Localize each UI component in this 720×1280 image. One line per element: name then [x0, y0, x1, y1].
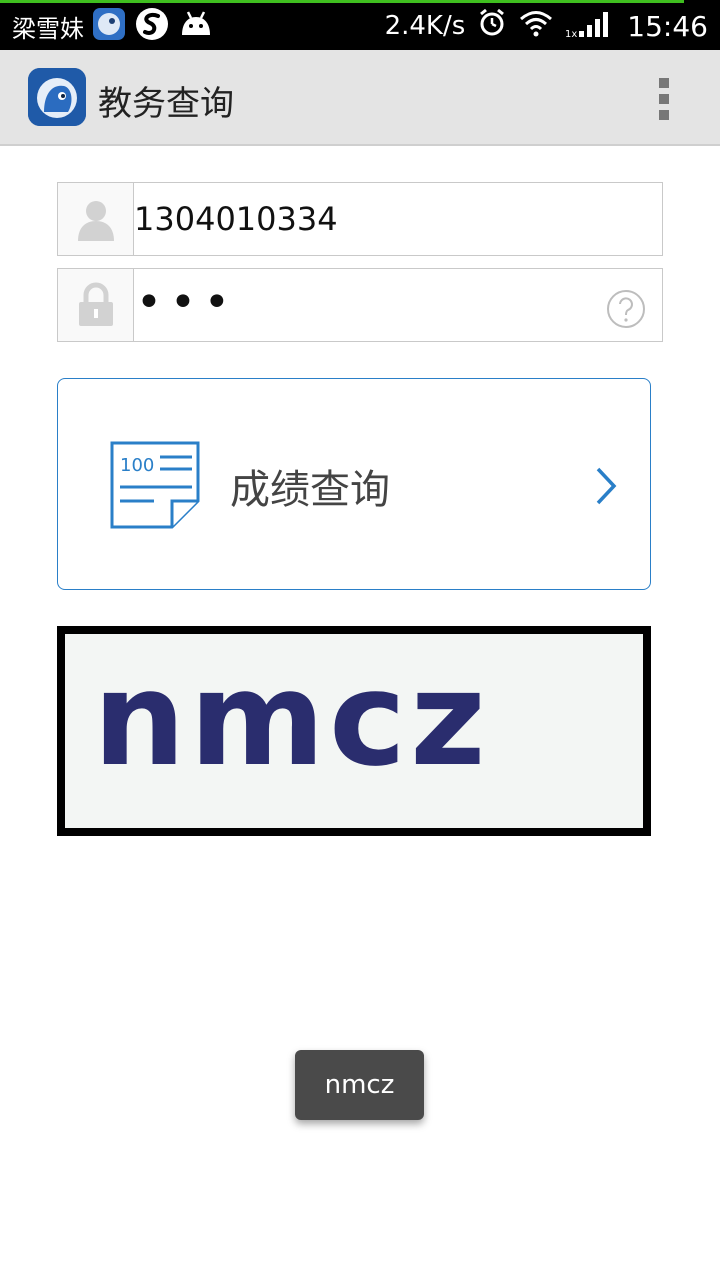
status-progress-line: [0, 0, 684, 3]
score-query-label: 成绩查询: [230, 467, 390, 513]
status-right: 2.4K/s 1x 15:46: [385, 8, 708, 44]
score-query-button[interactable]: 100 成绩查询: [57, 378, 651, 590]
clock: 15:46: [627, 9, 708, 43]
overflow-menu-icon[interactable]: [656, 78, 672, 120]
username-field: [57, 182, 663, 256]
password-field: [57, 268, 663, 342]
alarm-icon: [477, 8, 507, 45]
status-user-name: 梁雪妹: [12, 14, 84, 43]
status-bar: 梁雪妹 2.4K/s 1x 15:46: [0, 0, 720, 50]
android-icon: [178, 9, 214, 43]
signal-icon: 1x: [565, 7, 615, 46]
chevron-right-icon: [596, 467, 617, 505]
sim-label: 1x: [565, 29, 577, 39]
status-left: 梁雪妹: [12, 8, 214, 44]
help-icon[interactable]: [606, 289, 646, 329]
app-bar: 教务查询: [0, 50, 720, 146]
captcha-background: nmcz: [65, 634, 643, 828]
user-icon: [58, 183, 134, 255]
wifi-icon: [519, 9, 553, 44]
net-speed: 2.4K/s: [384, 11, 466, 41]
lock-icon: [58, 269, 134, 341]
sogou-icon: [134, 6, 170, 46]
password-input[interactable]: [134, 269, 662, 341]
score-document-icon-text: 100: [120, 455, 154, 476]
toast-message: nmcz: [295, 1050, 424, 1120]
app-title: 教务查询: [98, 84, 234, 124]
score-document-icon: 100: [110, 441, 200, 529]
captcha-text: nmcz: [93, 643, 490, 795]
app-icon: [92, 7, 126, 45]
username-input[interactable]: [134, 183, 662, 255]
app-logo: [28, 68, 86, 126]
captcha-image[interactable]: nmcz: [57, 626, 651, 836]
